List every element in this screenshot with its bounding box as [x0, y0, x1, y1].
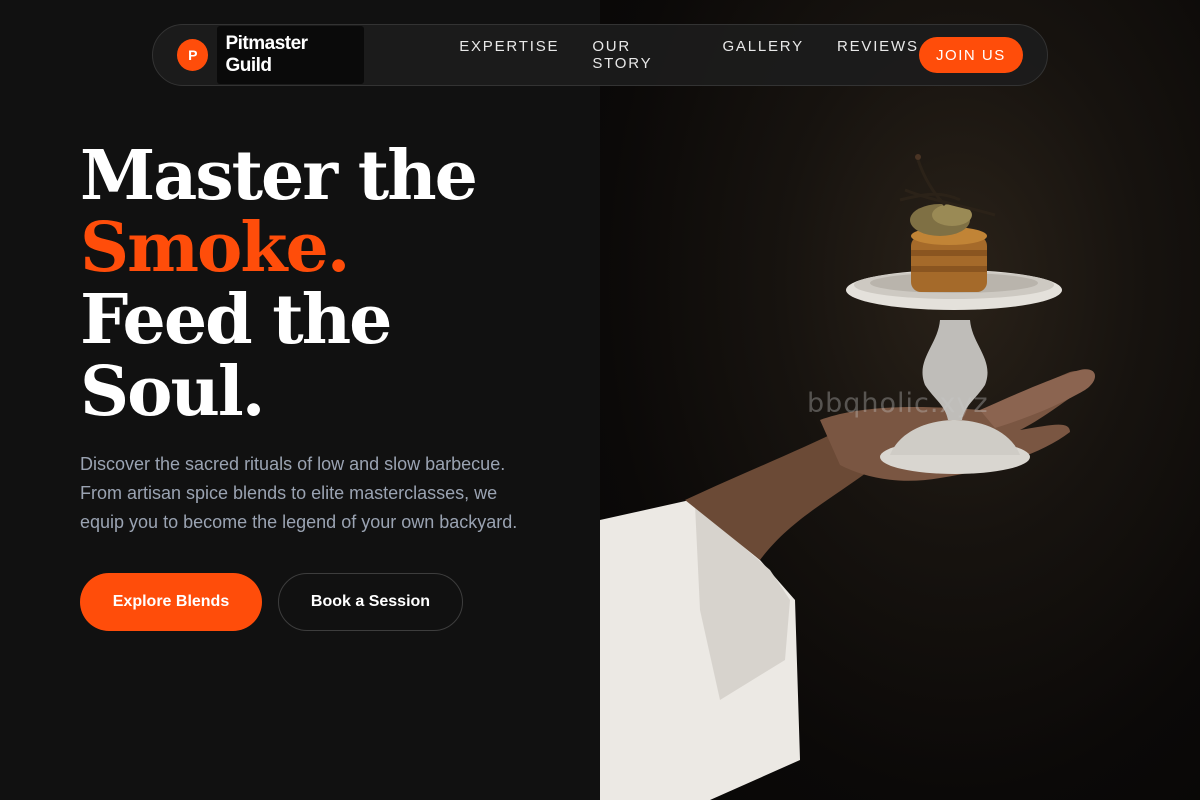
join-us-button[interactable]: JOIN US [918, 37, 1023, 73]
nav-link-our-story[interactable]: OUR STORY [592, 38, 689, 72]
hero-cta-group: Explore Blends Book a Session [80, 573, 560, 631]
watermark-text: bbqholic.xyz [807, 388, 989, 419]
headline-line-4: Soul. [80, 352, 265, 432]
nav-link-expertise[interactable]: EXPERTISE [459, 38, 559, 72]
hero-description: Discover the sacred rituals of low and s… [80, 454, 518, 532]
nav-links: EXPERTISE OUR STORY GALLERY REVIEWS [459, 38, 919, 72]
nav-link-reviews[interactable]: REVIEWS [837, 38, 919, 72]
headline-line-3: Feed the [80, 280, 392, 360]
top-navbar: P Pitmaster Guild EXPERTISE OUR STORY GA… [152, 24, 1048, 86]
explore-blends-button[interactable]: Explore Blends [80, 573, 262, 631]
logo-badge[interactable]: P [177, 39, 209, 71]
headline-line-1: Master the [80, 136, 478, 216]
nav-link-gallery[interactable]: GALLERY [722, 38, 804, 72]
book-session-button[interactable]: Book a Session [278, 573, 463, 631]
hero-photo: bbqholic.xyz [600, 0, 1200, 800]
hero-headline: Master the Smoke. Feed the Soul. [80, 140, 560, 428]
headline-accent-line: Smoke. [80, 208, 350, 288]
brand-name[interactable]: Pitmaster Guild [217, 26, 365, 84]
hero-section: Master the Smoke. Feed the Soul. Discove… [80, 140, 560, 631]
